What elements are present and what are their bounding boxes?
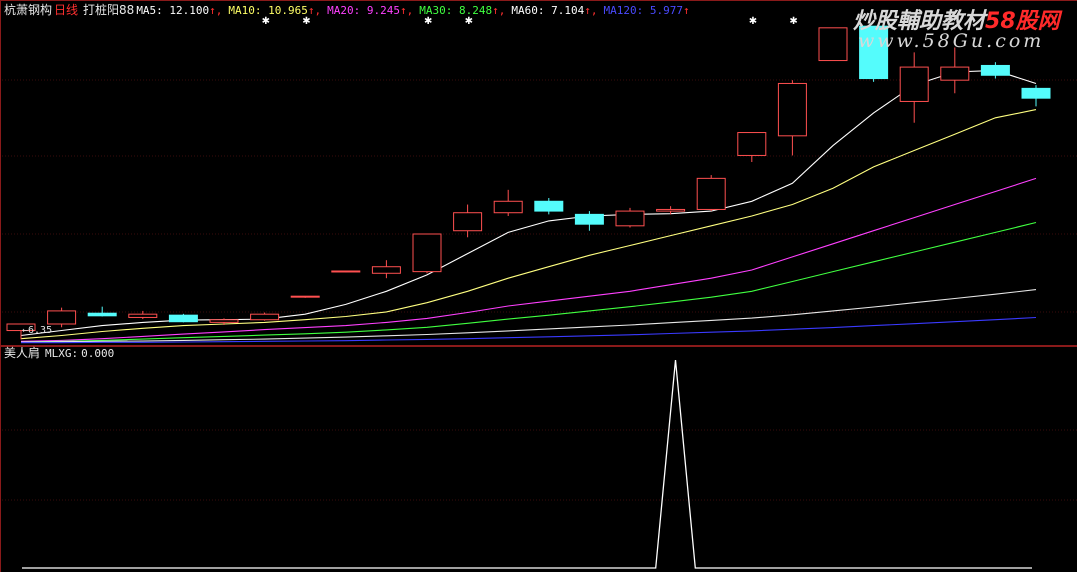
mlxg-value: 0.000 bbox=[81, 347, 115, 360]
ma-line-ma30 bbox=[20, 221, 1037, 343]
candle-up bbox=[331, 270, 361, 273]
candle-down bbox=[534, 200, 564, 212]
candle-up bbox=[737, 132, 767, 156]
candle-down bbox=[980, 64, 1010, 76]
chart-header: 杭萧钢构 日线 打桩阳88 MA5: 12.100↑, MA10: 10.965↑, MA… bbox=[4, 3, 701, 18]
candle-down bbox=[1021, 87, 1051, 99]
lower-pane-header: 美人肩 MLXG: 0.000 bbox=[4, 346, 119, 361]
watermark-url: www.58Gu.com bbox=[858, 30, 1045, 52]
indicator-pane bbox=[2, 359, 1077, 569]
signal-marker: ✱ bbox=[789, 16, 797, 27]
candle-up bbox=[250, 313, 280, 321]
candle-up bbox=[209, 319, 239, 323]
candle-down bbox=[87, 312, 117, 317]
min-price-label: ←6.35 bbox=[22, 325, 52, 336]
ma-readout-ma120: MA120: 5.977↑ bbox=[603, 4, 690, 17]
candle-down bbox=[574, 213, 604, 225]
candle-up bbox=[412, 233, 442, 273]
lower-indicator-name: 美人肩 bbox=[4, 346, 41, 360]
period-label: 日线 bbox=[54, 3, 79, 17]
candle-up bbox=[940, 66, 970, 81]
ma-readout-ma10: MA10: 10.965↑, bbox=[228, 4, 322, 17]
indicator-name: 打桩阳88 bbox=[83, 3, 135, 17]
ma-line-ma10 bbox=[20, 109, 1037, 340]
candle-up bbox=[899, 66, 929, 102]
ma-readout-ma30: MA30: 8.248↑, bbox=[419, 4, 506, 17]
up-arrow-icon: ↑, bbox=[492, 4, 506, 17]
candle-up bbox=[290, 295, 320, 298]
mlxg-line bbox=[22, 359, 1032, 569]
signal-marker: ✱ bbox=[749, 16, 757, 27]
candle-up bbox=[615, 210, 645, 227]
candle-down bbox=[168, 314, 198, 323]
mlxg-label: MLXG: bbox=[45, 347, 79, 360]
ma-readout-ma60: MA60: 7.104↑, bbox=[511, 4, 598, 17]
up-arrow-icon: ↑ bbox=[682, 4, 690, 17]
ma-readout-ma5: MA5: 12.100↑, bbox=[136, 4, 223, 17]
up-arrow-icon: ↑, bbox=[209, 4, 223, 17]
ma-readouts: MA5: 12.100↑, MA10: 10.965↑, MA20: 9.245↑,… bbox=[136, 4, 695, 17]
up-arrow-icon: ↑, bbox=[307, 4, 322, 17]
candle-up bbox=[818, 27, 848, 62]
candle-up bbox=[656, 208, 686, 212]
up-arrow-icon: ↑, bbox=[400, 4, 414, 17]
candle-up bbox=[493, 200, 523, 214]
candle-up bbox=[453, 212, 483, 232]
candle-up bbox=[777, 82, 807, 137]
candlestick-pane: ←6.35✱ ✱ ✱ ✱ ✱ ✱ bbox=[0, 0, 1077, 572]
ma-readout-ma20: MA20: 9.245↑, bbox=[327, 4, 414, 17]
candle-up bbox=[47, 310, 77, 325]
up-arrow-icon: ↑, bbox=[584, 4, 598, 17]
ma-line-ma5 bbox=[20, 69, 1037, 337]
chart-canvas: ←6.35✱ ✱ ✱ ✱ ✱ ✱ bbox=[0, 0, 1077, 572]
candle-up bbox=[696, 177, 726, 210]
candle-up bbox=[371, 266, 401, 274]
candle-up bbox=[128, 313, 158, 318]
stock-name: 杭萧钢构 bbox=[4, 3, 53, 17]
